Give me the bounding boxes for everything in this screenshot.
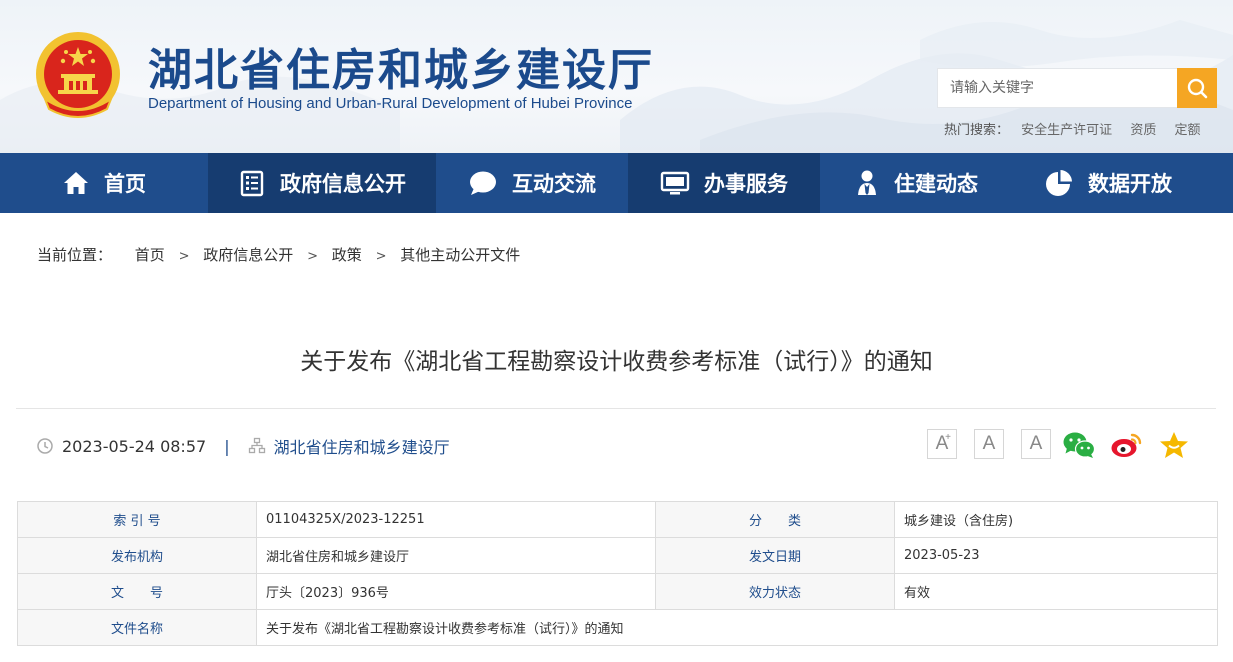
search-box bbox=[937, 68, 1177, 108]
font-decrease-label: A bbox=[1029, 433, 1043, 454]
breadcrumb-separator: > bbox=[178, 249, 190, 264]
table-row: 文 号 厅头〔2023〕936号 效力状态 有效 bbox=[17, 573, 1218, 610]
monitor-icon bbox=[660, 171, 690, 195]
info-value: 2023-05-23 bbox=[894, 537, 1218, 574]
nav-item-home[interactable]: 首页 bbox=[0, 153, 208, 213]
site-header: 湖北省住房和城乡建设厅 Department of Housing and Ur… bbox=[0, 0, 1233, 153]
breadcrumb: 当前位置： 首页 > 政府信息公开 > 政策 > 其他主动公开文件 bbox=[37, 244, 520, 265]
nav-label: 住建动态 bbox=[894, 172, 978, 196]
nav-item-news[interactable]: 住建动态 bbox=[820, 153, 1012, 213]
search-button[interactable] bbox=[1177, 68, 1217, 108]
info-value: 有效 bbox=[894, 573, 1218, 610]
nav-label: 办事服务 bbox=[704, 172, 788, 196]
nav-label: 数据开放 bbox=[1088, 172, 1172, 196]
nav-item-interaction[interactable]: 互动交流 bbox=[436, 153, 628, 213]
nav-label: 首页 bbox=[104, 172, 146, 196]
meta-separator: | bbox=[224, 436, 230, 456]
font-size-tools: A + A A bbox=[927, 429, 1068, 459]
article-meta: 2023-05-24 08:57 | 湖北省住房和城乡建设厅 bbox=[36, 434, 450, 458]
weibo-share-icon[interactable] bbox=[1110, 430, 1144, 460]
breadcrumb-separator: > bbox=[307, 249, 318, 264]
site-title: 湖北省住房和城乡建设厅 bbox=[148, 45, 654, 96]
main-nav: 首页 政府信息公开 互动交流 办事服务 住建动态 数据开放 bbox=[0, 153, 1233, 213]
nav-item-open-data[interactable]: 数据开放 bbox=[1012, 153, 1204, 213]
table-row: 文件名称 关于发布《湖北省工程勘察设计收费参考标准（试行）》的通知 bbox=[17, 609, 1218, 646]
breadcrumb-separator: > bbox=[375, 249, 387, 264]
breadcrumb-label: 当前位置： bbox=[37, 246, 113, 264]
info-value: 湖北省住房和城乡建设厅 bbox=[256, 537, 656, 574]
site-subtitle: Department of Housing and Urban-Rural De… bbox=[148, 95, 633, 112]
info-value: 城乡建设（含住房) bbox=[894, 501, 1218, 538]
national-emblem-logo bbox=[36, 32, 120, 118]
breadcrumb-link[interactable]: 首页 bbox=[135, 246, 165, 264]
breadcrumb-link[interactable]: 政策 bbox=[332, 246, 362, 264]
info-key: 索 引 号 bbox=[17, 501, 257, 538]
font-default-label: A bbox=[982, 433, 996, 454]
person-icon bbox=[858, 170, 876, 195]
hot-term[interactable]: 资质 bbox=[1130, 123, 1156, 138]
font-default-button[interactable]: A bbox=[974, 429, 1004, 459]
hot-search: 热门搜索： 安全生产许可证 资质 定额 bbox=[944, 119, 1214, 138]
breadcrumb-link[interactable]: 其他主动公开文件 bbox=[400, 246, 520, 264]
font-decrease-button[interactable]: A bbox=[1021, 429, 1051, 459]
article-source: 湖北省住房和城乡建设厅 bbox=[273, 438, 450, 457]
hot-term[interactable]: 安全生产许可证 bbox=[1021, 123, 1112, 138]
divider bbox=[16, 408, 1216, 409]
chat-bubble-icon bbox=[470, 171, 496, 195]
search-input[interactable] bbox=[938, 69, 1177, 107]
nav-item-services[interactable]: 办事服务 bbox=[628, 153, 820, 213]
document-info-table: 索 引 号 01104325X/2023-12251 分 类 城乡建设（含住房)… bbox=[17, 501, 1218, 646]
info-value: 01104325X/2023-12251 bbox=[256, 501, 656, 538]
font-increase-button[interactable]: A + bbox=[927, 429, 957, 459]
table-row: 发布机构 湖北省住房和城乡建设厅 发文日期 2023-05-23 bbox=[17, 537, 1218, 574]
info-key: 效力状态 bbox=[655, 573, 895, 610]
pie-chart-icon bbox=[1046, 170, 1072, 196]
clock-icon bbox=[37, 438, 53, 454]
plus-sign: + bbox=[945, 432, 951, 443]
info-key: 发布机构 bbox=[17, 537, 257, 574]
hot-search-label: 热门搜索： bbox=[944, 123, 1010, 138]
org-icon bbox=[248, 437, 265, 454]
info-value: 关于发布《湖北省工程勘察设计收费参考标准（试行）》的通知 bbox=[256, 609, 1218, 646]
document-list-icon bbox=[240, 170, 264, 197]
info-key: 文件名称 bbox=[17, 609, 257, 646]
info-key: 发文日期 bbox=[655, 537, 895, 574]
breadcrumb-link[interactable]: 政府信息公开 bbox=[203, 246, 293, 264]
nav-label: 政府信息公开 bbox=[280, 172, 406, 196]
nav-item-gov-info[interactable]: 政府信息公开 bbox=[208, 153, 436, 213]
table-row: 索 引 号 01104325X/2023-12251 分 类 城乡建设（含住房) bbox=[17, 501, 1218, 538]
nav-label: 互动交流 bbox=[512, 172, 596, 196]
info-value: 厅头〔2023〕936号 bbox=[256, 573, 656, 610]
publish-datetime: 2023-05-24 08:57 bbox=[62, 436, 207, 456]
favorite-star-icon[interactable] bbox=[1158, 430, 1190, 460]
article-title: 关于发布《湖北省工程勘察设计收费参考标准（试行）》的通知 bbox=[300, 349, 933, 375]
search-icon bbox=[1187, 78, 1208, 99]
info-key: 分 类 bbox=[655, 501, 895, 538]
info-key: 文 号 bbox=[17, 573, 257, 610]
wechat-share-icon[interactable] bbox=[1062, 430, 1096, 460]
home-icon bbox=[64, 172, 88, 194]
hot-term[interactable]: 定额 bbox=[1174, 123, 1200, 138]
